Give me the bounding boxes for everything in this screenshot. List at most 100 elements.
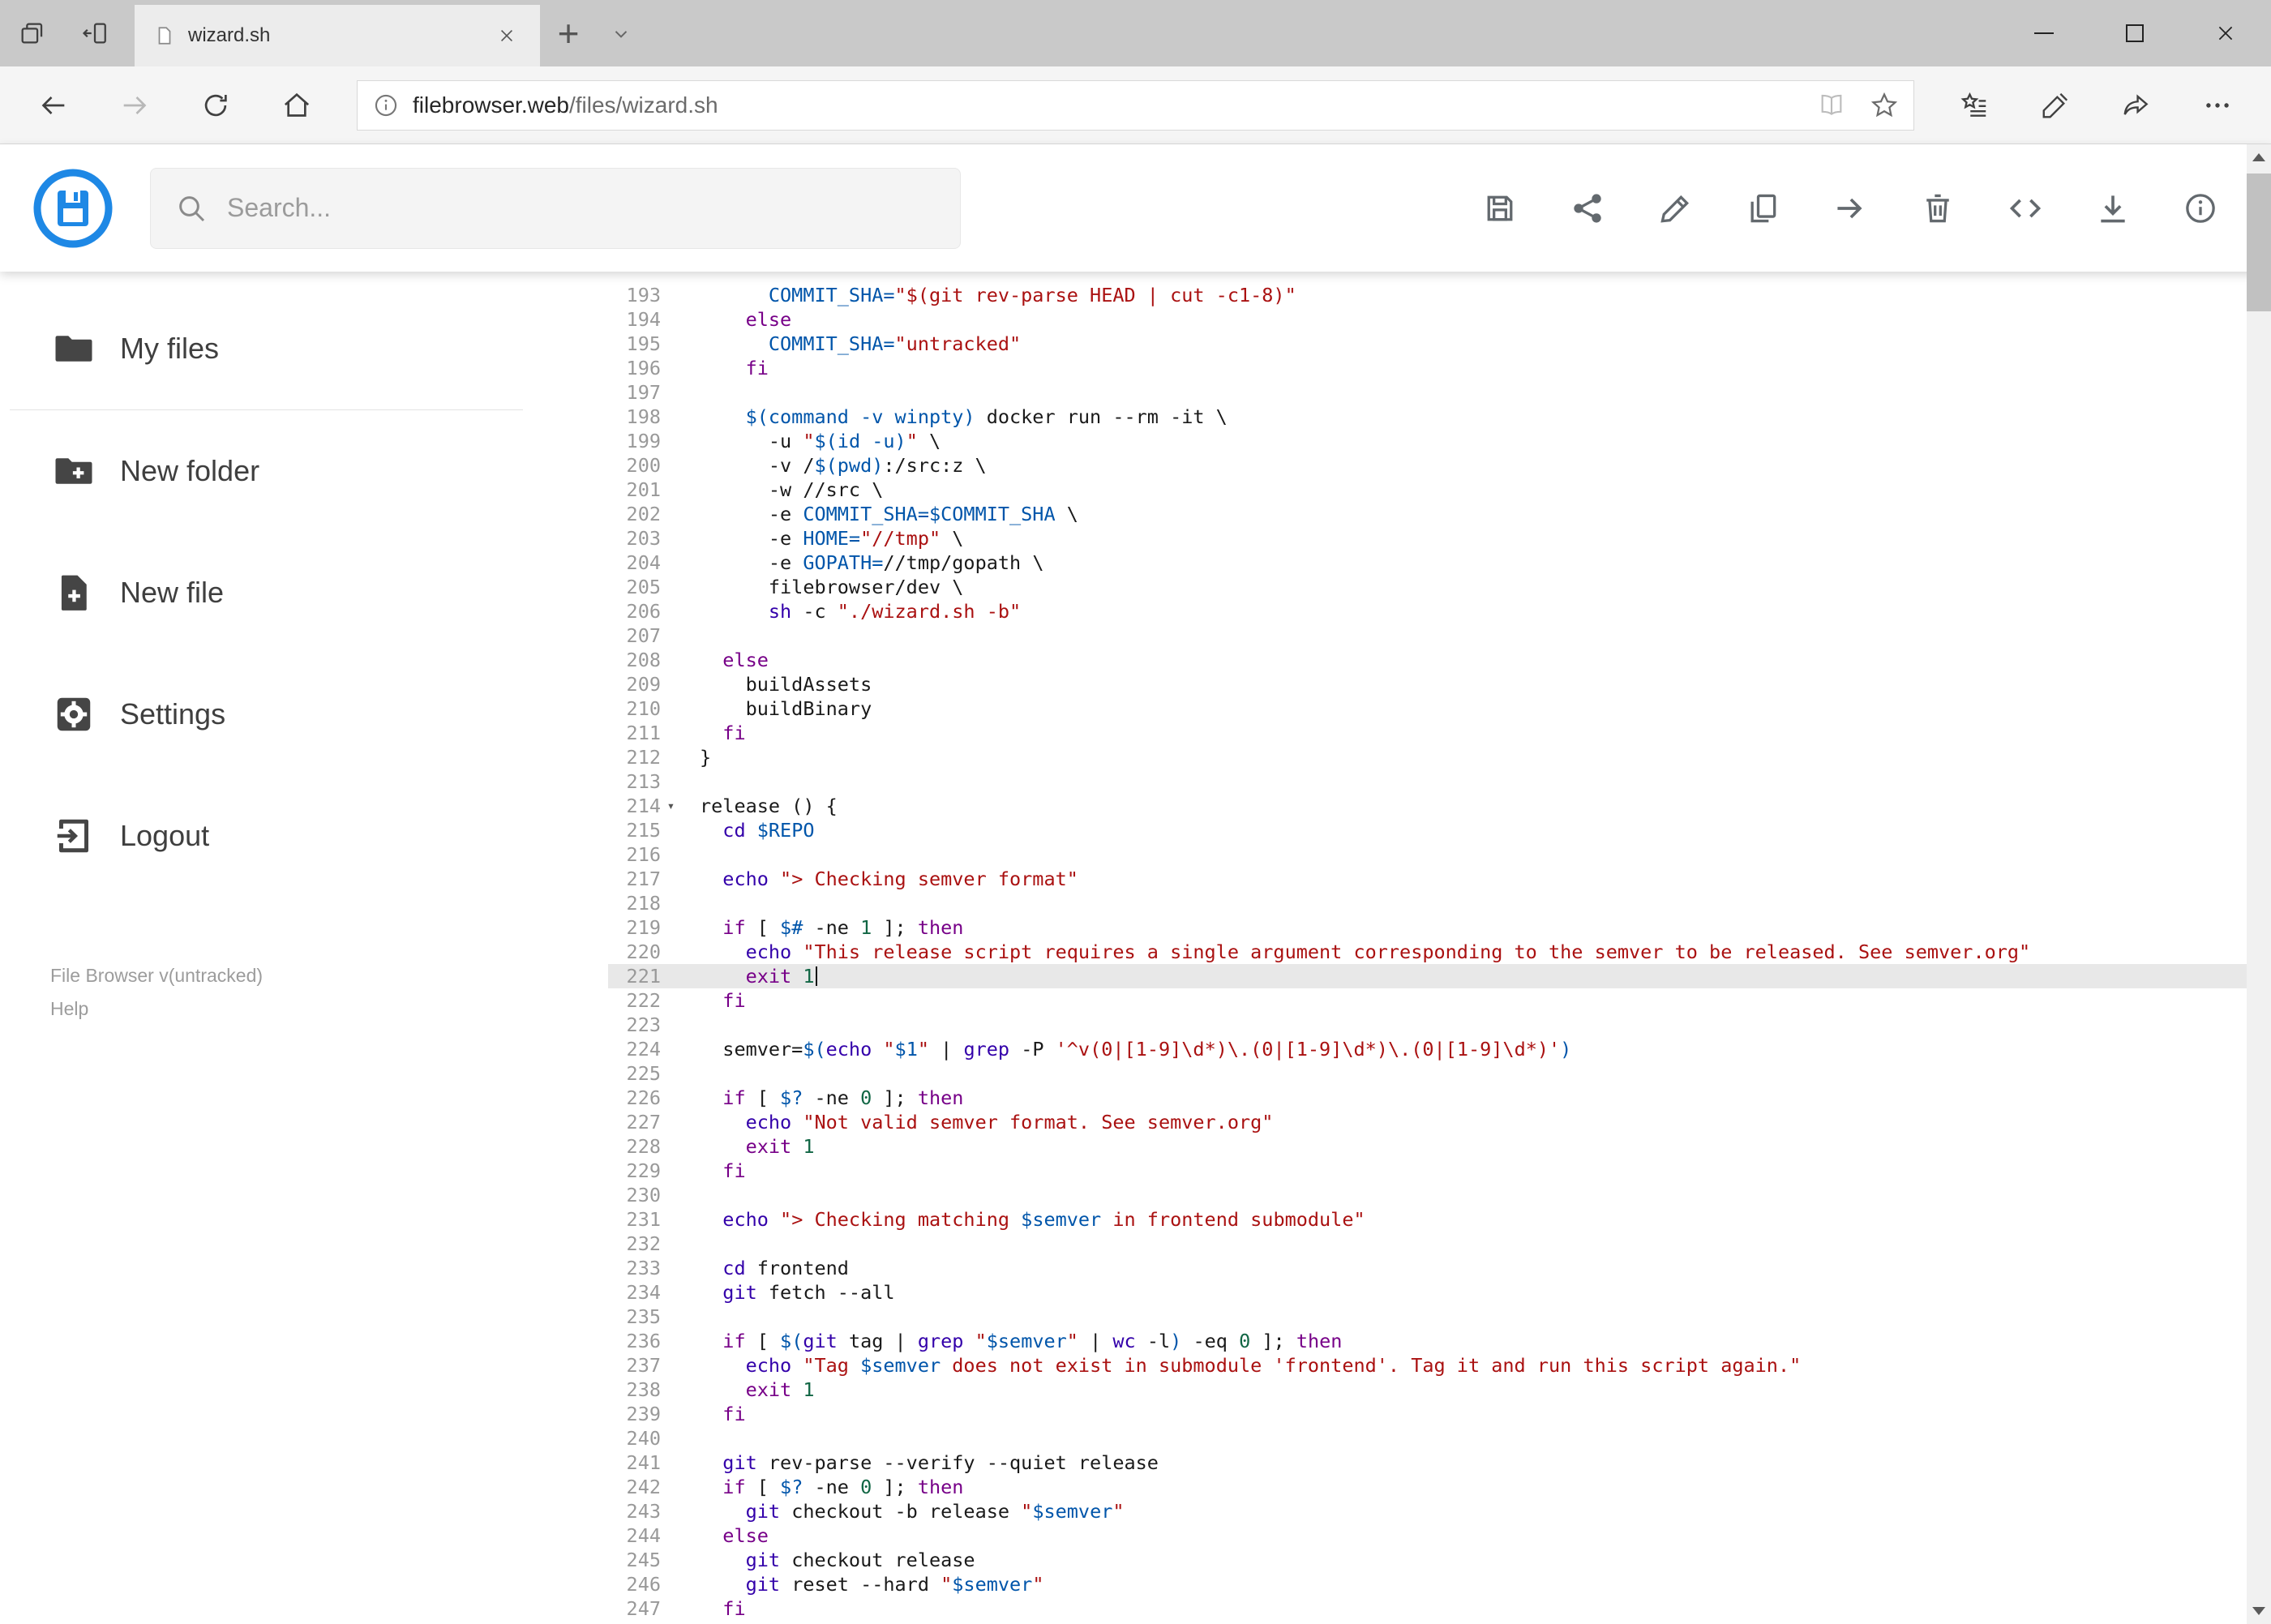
share-button[interactable] [1569, 190, 1606, 227]
code-line[interactable]: 200 -v /$(pwd):/src:z \ [608, 453, 2271, 478]
scroll-up-button[interactable] [2247, 144, 2271, 170]
code-line[interactable]: 223 [608, 1013, 2271, 1037]
copy-button[interactable] [1744, 190, 1781, 227]
reading-view-icon[interactable] [1818, 92, 1845, 119]
code-line[interactable]: 229 fi [608, 1159, 2271, 1183]
tab-list-chevron-icon[interactable] [597, 0, 645, 66]
fold-arrow-icon[interactable]: ▾ [661, 794, 681, 818]
code-line[interactable]: 218 [608, 891, 2271, 915]
code-line[interactable]: 224 semver=$(echo "$1" | grep -P '^v(0|[… [608, 1037, 2271, 1061]
site-info-icon[interactable] [372, 92, 400, 119]
set-tabs-aside-button[interactable] [63, 0, 126, 66]
favorite-star-icon[interactable] [1870, 91, 1899, 120]
code-line[interactable]: 237 echo "Tag $semver does not exist in … [608, 1353, 2271, 1378]
save-button[interactable] [1481, 190, 1519, 227]
code-line[interactable]: 216 [608, 842, 2271, 867]
code-line[interactable]: 217 echo "> Checking semver format" [608, 867, 2271, 891]
code-line[interactable]: 231 echo "> Checking matching $semver in… [608, 1207, 2271, 1232]
code-line[interactable]: 236 if [ $(git tag | grep "$semver" | wc… [608, 1329, 2271, 1353]
search-input[interactable] [227, 193, 936, 223]
close-button[interactable] [2180, 0, 2271, 66]
code-line[interactable]: 198 $(command -v winpty) docker run --rm… [608, 405, 2271, 429]
code-line[interactable]: 194 else [608, 307, 2271, 332]
code-line[interactable]: 197 [608, 380, 2271, 405]
code-line[interactable]: 196 fi [608, 356, 2271, 380]
code-line[interactable]: 199 -u "$(id -u)" \ [608, 429, 2271, 453]
code-line[interactable]: 233 cd frontend [608, 1256, 2271, 1280]
delete-button[interactable] [1919, 190, 1956, 227]
home-button[interactable] [256, 66, 337, 144]
code-line[interactable]: 220 echo "This release script requires a… [608, 940, 2271, 964]
vertical-scrollbar[interactable] [2247, 144, 2271, 1624]
code-line[interactable]: 245 git checkout release [608, 1548, 2271, 1572]
code-line[interactable]: 241 git rev-parse --verify --quiet relea… [608, 1450, 2271, 1475]
code-line[interactable]: 246 git reset --hard "$semver" [608, 1572, 2271, 1596]
code-line[interactable]: 221 exit 1 [608, 964, 2271, 988]
code-line[interactable]: 214 ▾ release () { [608, 794, 2271, 818]
scrollbar-thumb[interactable] [2247, 174, 2271, 311]
code-line[interactable]: 234 git fetch --all [608, 1280, 2271, 1305]
forward-button[interactable] [94, 66, 175, 144]
code-line[interactable]: 203 -e HOME="//tmp" \ [608, 526, 2271, 551]
code-line[interactable]: 222 fi [608, 988, 2271, 1013]
code-line[interactable]: 205 filebrowser/dev \ [608, 575, 2271, 599]
browser-tab[interactable]: wizard.sh [135, 5, 540, 66]
code-line[interactable]: 227 echo "Not valid semver format. See s… [608, 1110, 2271, 1134]
code-line[interactable]: 210 buildBinary [608, 696, 2271, 721]
search-box[interactable] [150, 167, 961, 249]
hub-favorites-button[interactable] [1934, 66, 2015, 144]
code-line[interactable]: 206 sh -c "./wizard.sh -b" [608, 599, 2271, 623]
sidebar-item-logout[interactable]: Logout [0, 775, 608, 897]
code-line[interactable]: 215 cd $REPO [608, 818, 2271, 842]
code-line[interactable]: 230 [608, 1183, 2271, 1207]
maximize-button[interactable] [2089, 0, 2180, 66]
code-line[interactable]: 247 fi [608, 1596, 2271, 1621]
code-line[interactable]: 193 COMMIT_SHA="$(git rev-parse HEAD | c… [608, 283, 2271, 307]
code-line[interactable]: 226 if [ $? -ne 0 ]; then [608, 1086, 2271, 1110]
scroll-down-button[interactable] [2247, 1598, 2271, 1624]
filebrowser-logo[interactable] [32, 168, 114, 249]
help-link[interactable]: Help [50, 998, 263, 1020]
code-line[interactable]: 204 -e GOPATH=//tmp/gopath \ [608, 551, 2271, 575]
info-button[interactable] [2182, 190, 2219, 227]
web-note-button[interactable] [2015, 66, 2096, 144]
code-line[interactable]: 232 [608, 1232, 2271, 1256]
code-line[interactable]: 201 -w //src \ [608, 478, 2271, 502]
code-line[interactable]: 202 -e COMMIT_SHA=$COMMIT_SHA \ [608, 502, 2271, 526]
tab-preview-button[interactable] [0, 0, 63, 66]
raw-view-button[interactable] [2007, 190, 2044, 227]
code-line[interactable]: 225 [608, 1061, 2271, 1086]
sidebar-item-my-files[interactable]: My files [0, 288, 608, 409]
sidebar-item-new-file[interactable]: New file [0, 532, 608, 653]
refresh-button[interactable] [175, 66, 256, 144]
code-line[interactable]: 242 if [ $? -ne 0 ]; then [608, 1475, 2271, 1499]
download-button[interactable] [2094, 190, 2132, 227]
more-menu-button[interactable] [2177, 66, 2258, 144]
sidebar-item-new-folder[interactable]: New folder [0, 410, 608, 532]
address-bar[interactable]: filebrowser.web/files/wizard.sh [357, 79, 1914, 131]
code-line[interactable]: 219 if [ $# -ne 1 ]; then [608, 915, 2271, 940]
code-line[interactable]: 235 [608, 1305, 2271, 1329]
code-line[interactable]: 238 exit 1 [608, 1378, 2271, 1402]
sidebar-item-settings[interactable]: Settings [0, 653, 608, 775]
minimize-button[interactable] [1999, 0, 2089, 66]
code-line[interactable]: 228 exit 1 [608, 1134, 2271, 1159]
back-button[interactable] [13, 66, 94, 144]
tab-close-icon[interactable] [493, 22, 521, 49]
code-line[interactable]: 243 git checkout -b release "$semver" [608, 1499, 2271, 1523]
code-line[interactable]: 240 [608, 1426, 2271, 1450]
code-line[interactable]: 195 COMMIT_SHA="untracked" [608, 332, 2271, 356]
code-line[interactable]: 211 fi [608, 721, 2271, 745]
share-page-button[interactable] [2096, 66, 2177, 144]
code-line[interactable]: 212} [608, 745, 2271, 769]
code-line[interactable]: 209 buildAssets [608, 672, 2271, 696]
rename-button[interactable] [1656, 190, 1694, 227]
move-button[interactable] [1832, 190, 1869, 227]
new-tab-button[interactable]: + [540, 0, 597, 66]
code-line[interactable]: 213 [608, 769, 2271, 794]
code-line[interactable]: 244 else [608, 1523, 2271, 1548]
code-line[interactable]: 207 [608, 623, 2271, 648]
code-editor[interactable]: 193 COMMIT_SHA="$(git rev-parse HEAD | c… [608, 272, 2271, 1624]
code-line[interactable]: 239 fi [608, 1402, 2271, 1426]
code-line[interactable]: 208 else [608, 648, 2271, 672]
